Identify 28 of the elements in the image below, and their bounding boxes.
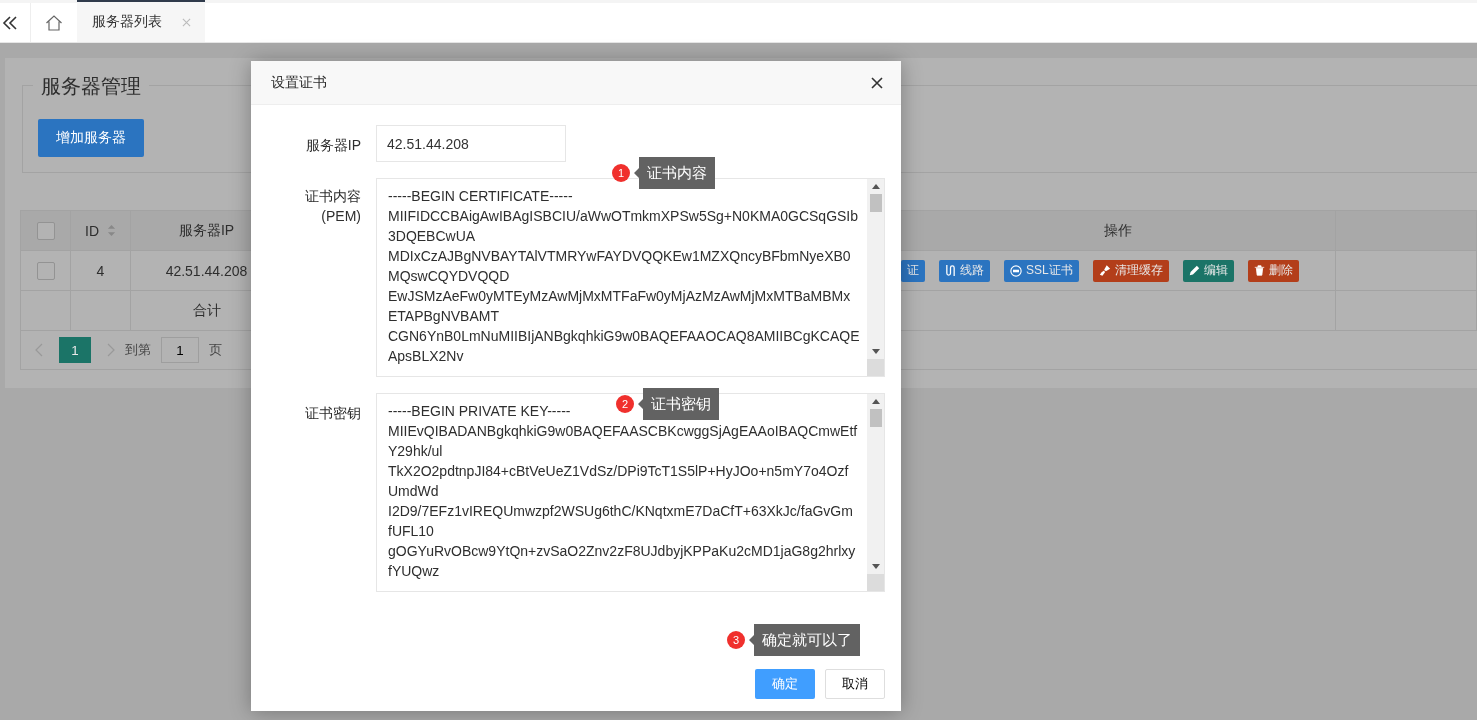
add-server-button[interactable]: 增加服务器 (38, 119, 144, 157)
step-badge: 3 (727, 631, 745, 649)
callout-tooltip: 证书内容 (634, 157, 715, 189)
column-header: ID (71, 211, 131, 250)
field-label: 证书内容 (305, 187, 361, 206)
dialog-title: 设置证书 (271, 73, 327, 92)
cancel-button[interactable]: 取消 (825, 669, 885, 699)
ip-input[interactable]: 42.51.44.208 (376, 125, 566, 162)
page-label: 页 (209, 341, 222, 359)
action-button[interactable]: 清理缓存 (1092, 259, 1169, 282)
page-input[interactable]: 1 (161, 337, 199, 363)
table-cell: 4 (71, 251, 131, 290)
callout-tooltip: 证书密钥 (638, 388, 719, 420)
goto-label: 到第 (125, 341, 151, 359)
action-button[interactable]: 编辑 (1182, 259, 1234, 282)
step-badge: 1 (612, 164, 630, 182)
callout-tooltip: 确定就可以了 (749, 624, 860, 656)
action-button[interactable]: 删除 (1247, 259, 1299, 282)
confirm-button[interactable]: 确定 (755, 669, 815, 699)
field-label: 服务器IP (305, 136, 361, 155)
field-label: 证书密钥 (305, 404, 361, 423)
action-button[interactable]: 证 (901, 259, 925, 282)
page-button[interactable]: 1 (59, 337, 91, 363)
action-button[interactable]: SSL证书 (1004, 259, 1079, 282)
page-tab[interactable]: 服务器列表 (77, 0, 205, 42)
field-label: (PEM) (321, 207, 361, 226)
action-button[interactable]: 线路 (939, 259, 990, 282)
step-badge: 2 (616, 395, 634, 413)
